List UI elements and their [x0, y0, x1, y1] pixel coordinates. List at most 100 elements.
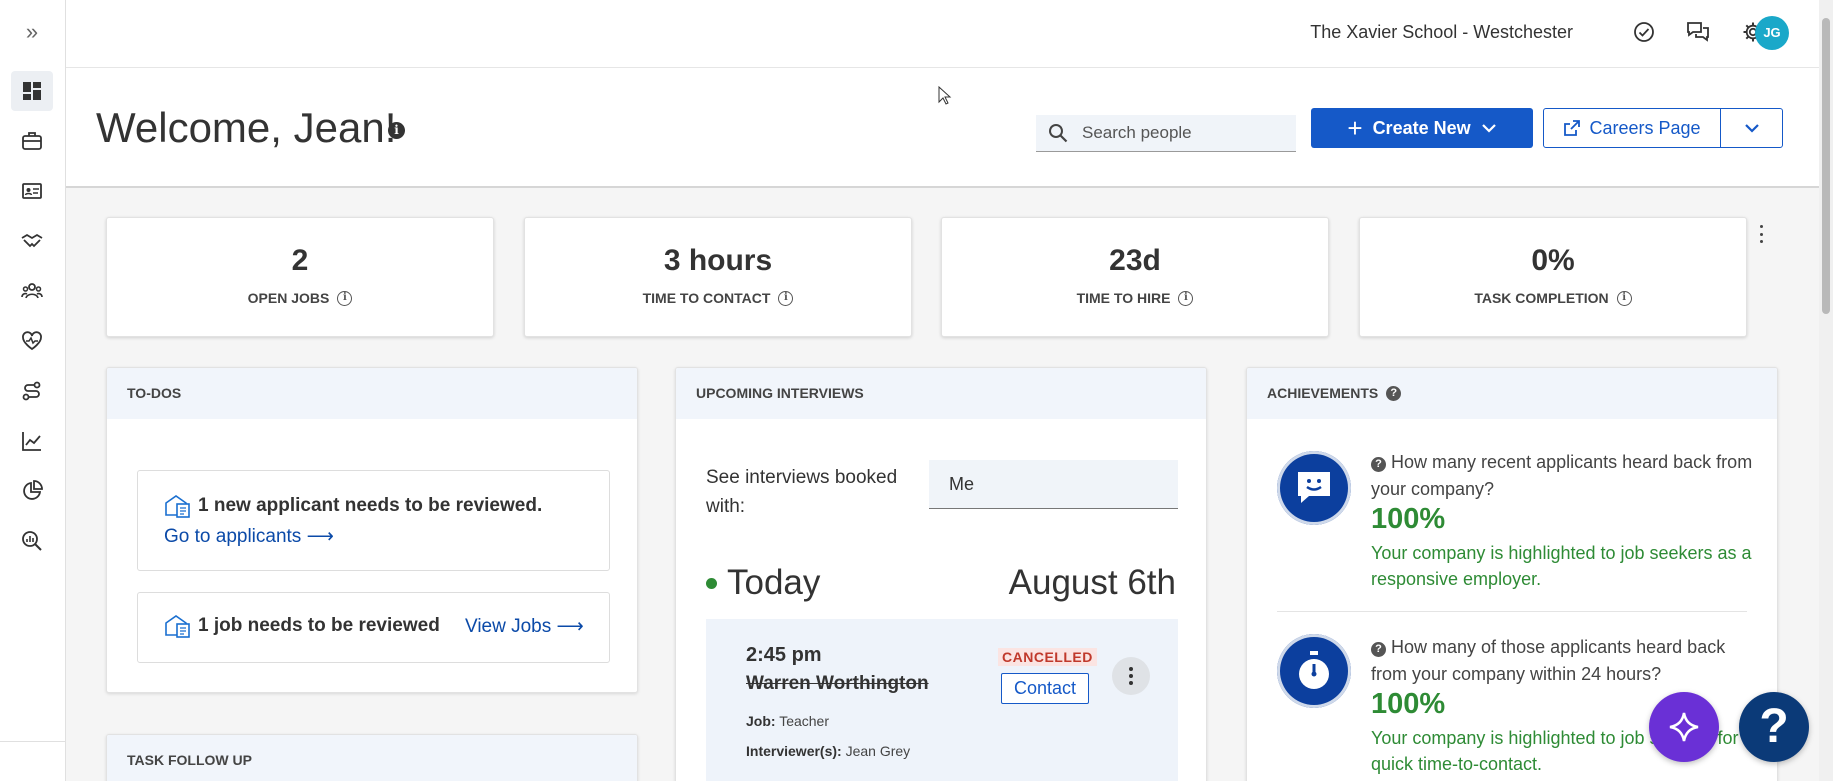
go-to-applicants-link[interactable]: Go to applicants ⟶ [164, 525, 334, 548]
day-heading: Today [706, 563, 820, 603]
sparkle-icon [1669, 712, 1699, 742]
view-jobs-link[interactable]: View Jobs ⟶ [465, 615, 584, 638]
careers-dropdown-button[interactable] [1720, 108, 1783, 148]
today-indicator-icon [706, 577, 717, 589]
info-icon[interactable]: i [1616, 290, 1632, 306]
panel-title: UPCOMING INTERVIEWS [676, 368, 1206, 419]
nav-people[interactable] [11, 271, 53, 311]
stat-card-time-to-hire[interactable]: 23d TIME TO HIRE i [941, 217, 1329, 337]
careers-page-label: Careers Page [1589, 117, 1701, 138]
todo-text: 1 job needs to be reviewed [198, 615, 440, 636]
task-follow-up-panel: TASK FOLLOW UP [106, 734, 638, 781]
check-circle-icon [1634, 22, 1654, 42]
question-text: How many recent applicants heard back fr… [1371, 452, 1753, 499]
date-label: August 6th [1008, 563, 1176, 602]
dashboard-icon [23, 82, 41, 100]
nav-analytics[interactable] [11, 471, 53, 511]
nav-dashboard[interactable] [11, 71, 53, 111]
stat-value: 3 hours [663, 244, 773, 277]
nav-pipeline[interactable] [11, 371, 53, 411]
panel-title: ACHIEVEMENTS [1267, 385, 1379, 401]
stat-label: TIME TO CONTACT [642, 290, 771, 306]
heart-pulse-icon [22, 331, 42, 351]
handshake-icon [21, 233, 43, 248]
question-text: How many of those applicants heard back … [1371, 637, 1726, 684]
info-icon[interactable]: i [1178, 290, 1194, 306]
search-people[interactable] [1036, 115, 1296, 152]
booked-with-select[interactable]: Me [929, 460, 1178, 509]
messages-button[interactable] [1684, 18, 1712, 46]
stat-card-open-jobs[interactable]: 2 OPEN JOBS i [106, 217, 494, 337]
status-badge: CANCELLED [998, 648, 1097, 666]
divider [1277, 611, 1747, 612]
stats-menu-kebab-icon[interactable] [1754, 222, 1768, 246]
job-row: Job: Teacher [746, 713, 829, 729]
stat-card-task-completion[interactable]: 0% TASK COMPLETION i [1359, 217, 1747, 337]
todos-panel: TO-DOS 1 new applicant needs to be revie… [106, 367, 638, 693]
achievement-note: Your company is highlighted to job seeke… [1371, 543, 1752, 589]
info-icon[interactable]: i [778, 290, 794, 306]
stat-value: 23d [1109, 244, 1161, 277]
stat-card-time-to-contact[interactable]: 3 hours TIME TO CONTACT i [524, 217, 912, 337]
help-icon[interactable]: ? [1371, 457, 1386, 472]
job-label: Job: [746, 713, 776, 729]
id-card-icon [22, 183, 42, 199]
people-icon [21, 283, 43, 299]
tasks-button[interactable] [1630, 18, 1658, 46]
page-scrollbar[interactable] [1819, 0, 1833, 781]
help-icon[interactable]: ? [1386, 386, 1402, 401]
ai-assistant-button[interactable] [1649, 692, 1719, 762]
top-bar: The Xavier School - Westchester JG [66, 0, 1833, 68]
document-envelope-icon [165, 495, 190, 518]
nav-jobs[interactable] [11, 121, 53, 161]
interviewer-label: Interviewer(s): [746, 743, 842, 759]
nav-insights[interactable] [11, 521, 53, 561]
info-icon[interactable]: i [337, 290, 353, 306]
nav-onboarding[interactable] [11, 221, 53, 261]
achievement-badge [1277, 634, 1351, 708]
organization-name[interactable]: The Xavier School - Westchester [1310, 22, 1573, 43]
chevron-down-icon [1744, 124, 1759, 133]
external-link-icon [1564, 120, 1581, 136]
mouse-cursor-icon [938, 86, 952, 105]
help-button[interactable]: ? [1739, 692, 1809, 762]
contact-button[interactable]: Contact [1001, 673, 1089, 704]
todo-item-applicants: 1 new applicant needs to be reviewed. Go… [137, 470, 610, 571]
create-new-label: Create New [1372, 117, 1471, 138]
stat-value: 0% [1531, 244, 1575, 277]
info-icon[interactable]: i [388, 122, 405, 139]
scrollbar-thumb[interactable] [1822, 18, 1830, 314]
stat-value: 2 [291, 244, 309, 277]
nav-rail: » [0, 0, 66, 781]
analytics-search-icon [22, 531, 42, 551]
todo-item-jobs: 1 job needs to be reviewed View Jobs ⟶ [137, 592, 610, 663]
achievement-percent: 100% [1371, 688, 1446, 720]
nav-reports[interactable] [11, 421, 53, 461]
search-input[interactable] [1082, 123, 1282, 143]
interview-card[interactable]: 2:45 pm Warren Worthington CANCELLED Con… [706, 619, 1178, 781]
chat-smile-icon [1298, 472, 1330, 503]
page-title: Welcome, Jean! [96, 104, 397, 151]
create-new-button[interactable]: + Create New [1311, 108, 1533, 148]
expand-sidebar-icon[interactable]: » [20, 20, 44, 44]
nav-candidates[interactable] [11, 171, 53, 211]
panel-title: TO-DOS [107, 368, 637, 419]
help-icon[interactable]: ? [1371, 642, 1386, 657]
todo-text: 1 new applicant needs to be reviewed. [198, 495, 543, 516]
stat-label: TASK COMPLETION [1474, 290, 1609, 306]
panel-title: TASK FOLLOW UP [107, 735, 637, 781]
nav-health[interactable] [11, 321, 53, 361]
user-avatar[interactable]: JG [1755, 16, 1789, 50]
chevron-down-icon [1481, 124, 1496, 133]
briefcase-icon [22, 132, 42, 150]
interview-time: 2:45 pm [746, 644, 822, 666]
stopwatch-icon [1299, 651, 1329, 689]
search-icon [1049, 124, 1068, 143]
careers-page-button[interactable]: Careers Page [1543, 108, 1721, 148]
job-value: Teacher [779, 713, 830, 729]
upcoming-interviews-panel: UPCOMING INTERVIEWS See interviews booke… [675, 367, 1207, 781]
candidate-name[interactable]: Warren Worthington [746, 673, 929, 695]
interviewer-row: Interviewer(s): Jean Grey [746, 743, 910, 759]
interview-menu-kebab-icon[interactable] [1112, 657, 1150, 695]
day-label: Today [727, 563, 821, 602]
